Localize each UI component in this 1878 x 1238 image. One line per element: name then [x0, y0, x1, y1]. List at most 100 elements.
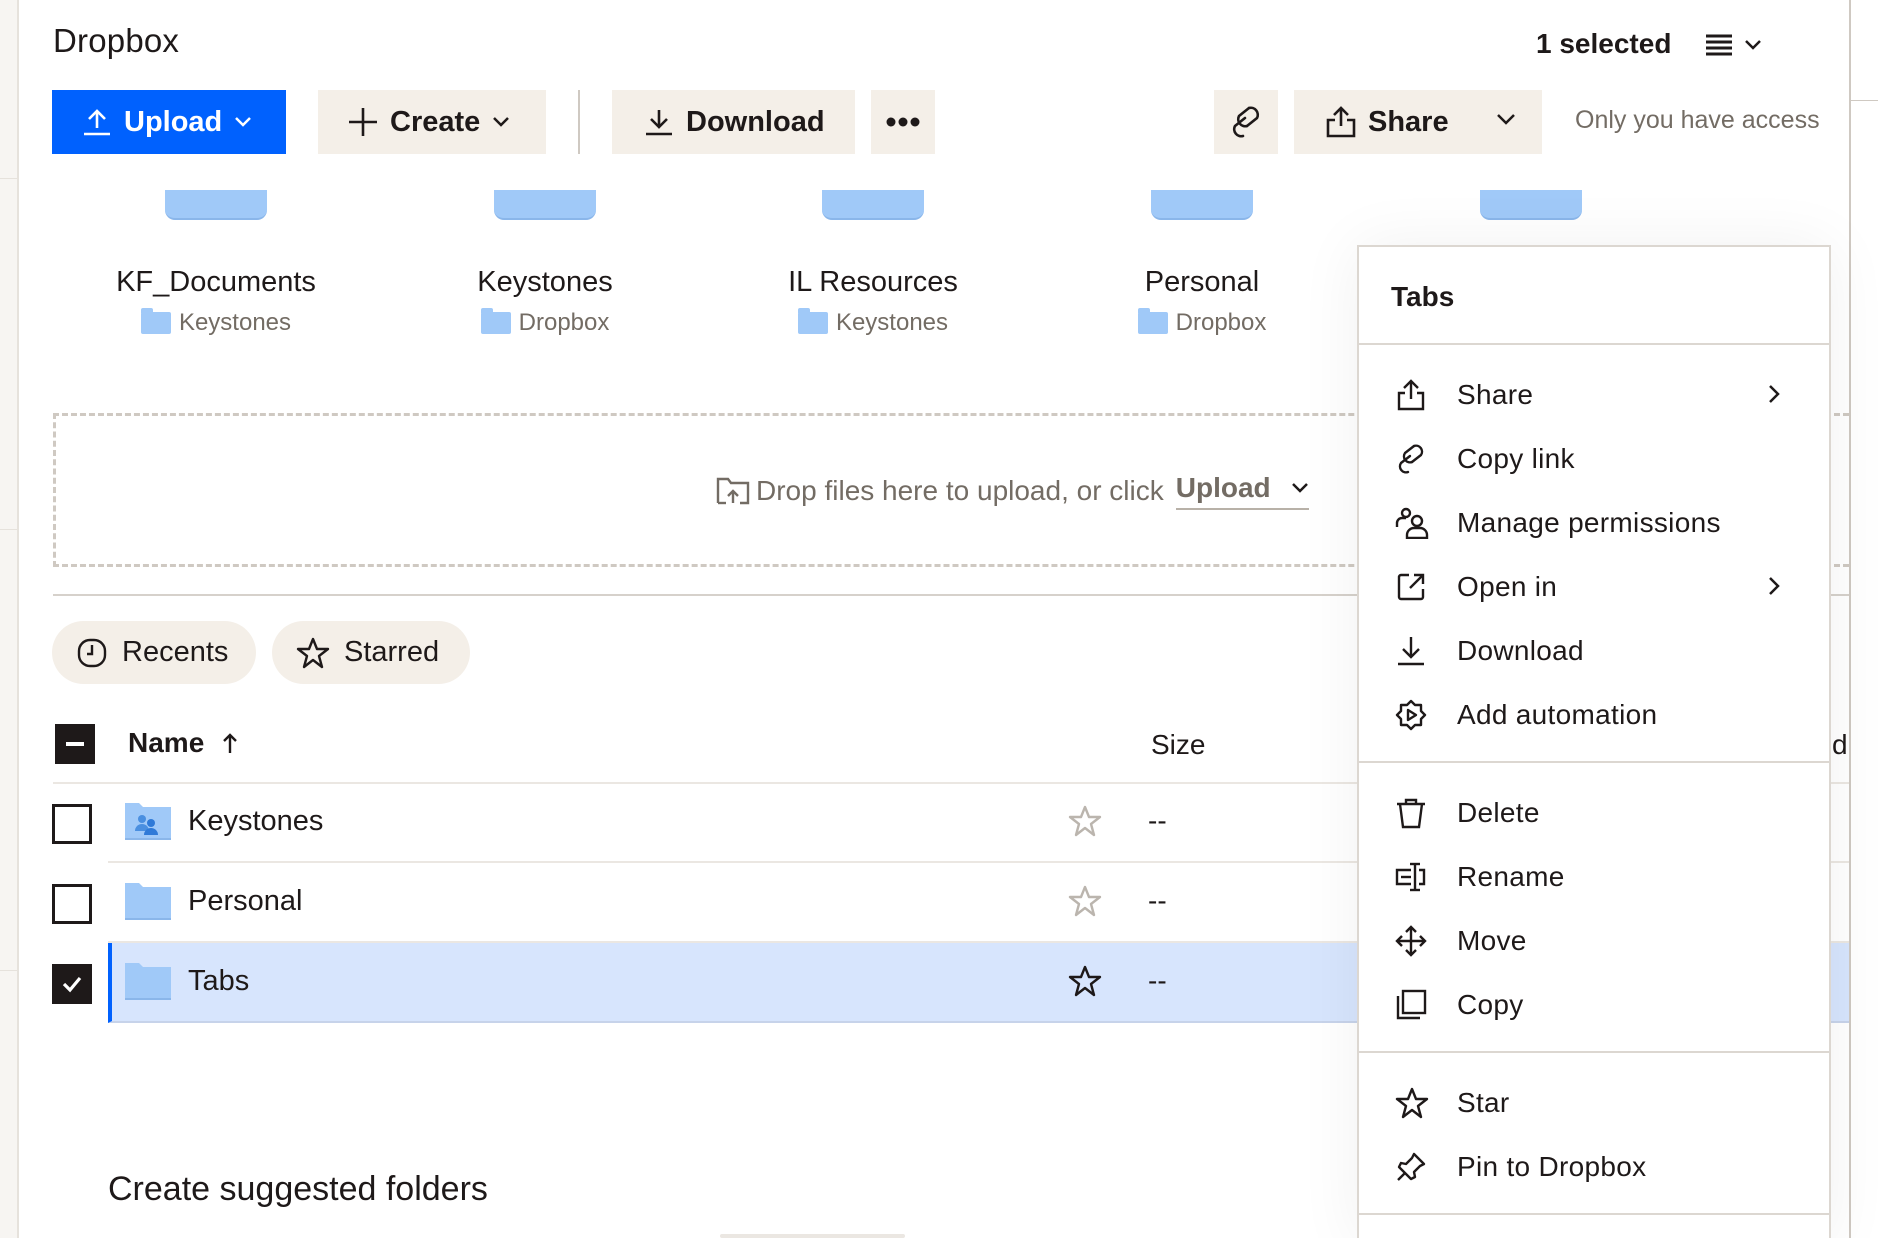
- menu-divider: [1359, 343, 1829, 345]
- chevron-down-icon: [234, 116, 252, 128]
- move-icon: [1395, 925, 1427, 957]
- file-size: --: [1148, 965, 1167, 996]
- list-view-icon: [1706, 34, 1732, 56]
- upload-label: Upload: [124, 105, 223, 138]
- menu-item-share[interactable]: Share: [1359, 365, 1829, 425]
- menu-item-open-in[interactable]: Open in: [1359, 557, 1829, 617]
- recents-label: Recents: [122, 636, 229, 668]
- automation-icon: [1395, 699, 1427, 731]
- star-toggle-icon[interactable]: [1068, 965, 1102, 997]
- tile-name[interactable]: KF_Documents: [66, 266, 366, 299]
- menu-item-label: Rename: [1457, 861, 1565, 892]
- dropzone-message: Drop files here to upload, or click Uplo…: [716, 472, 1309, 510]
- plus-icon: [348, 107, 378, 137]
- menu-item-star[interactable]: Star: [1359, 1073, 1829, 1133]
- toolbar-divider: [578, 90, 580, 154]
- menu-item-manage-permissions[interactable]: Manage permissions: [1359, 493, 1829, 553]
- sidebar-divider: [0, 529, 19, 530]
- folder-thumbnail[interactable]: [1480, 190, 1582, 220]
- chevron-down-icon: [1291, 483, 1308, 493]
- create-label: Create: [390, 105, 481, 138]
- menu-item-label: Download: [1457, 635, 1584, 666]
- suggested-tile[interactable]: Keystones Dropbox: [395, 190, 695, 337]
- create-button[interactable]: Create: [318, 90, 546, 154]
- starred-chip[interactable]: Starred: [272, 621, 470, 684]
- rename-icon: [1395, 861, 1427, 893]
- tile-location[interactable]: Dropbox: [1052, 308, 1352, 337]
- tile-name[interactable]: Keystones: [395, 266, 695, 299]
- menu-item-delete[interactable]: Delete: [1359, 783, 1829, 843]
- menu-item-pin[interactable]: Pin to Dropbox: [1359, 1137, 1829, 1197]
- folder-icon: [480, 308, 511, 334]
- folder-upload-icon: [716, 476, 750, 506]
- checkmark-icon: [62, 976, 82, 993]
- sidebar-divider: [0, 970, 19, 971]
- chevron-down-icon: [1744, 39, 1762, 51]
- modified-column-header[interactable]: d: [1832, 729, 1848, 761]
- row-checkbox-checked[interactable]: [52, 964, 92, 1004]
- folder-thumbnail[interactable]: [1151, 190, 1253, 220]
- folder-icon: [124, 881, 172, 921]
- menu-item-copy[interactable]: Copy: [1359, 975, 1829, 1035]
- download-icon: [1395, 635, 1427, 667]
- row-checkbox[interactable]: [52, 884, 92, 924]
- file-name[interactable]: Keystones: [188, 805, 323, 838]
- dropzone-upload-link[interactable]: Upload: [1175, 472, 1309, 510]
- star-toggle-icon[interactable]: [1068, 805, 1102, 837]
- star-icon: [296, 637, 330, 669]
- chevron-down-icon: [492, 116, 510, 128]
- row-checkbox[interactable]: [52, 804, 92, 844]
- suggested-tile[interactable]: KF_Documents Keystones: [66, 190, 366, 337]
- page-title: Dropbox: [53, 22, 180, 59]
- sort-ascending-icon: [222, 732, 238, 754]
- folder-thumbnail[interactable]: [165, 190, 267, 220]
- menu-item-add-automation[interactable]: Add automation: [1359, 685, 1829, 745]
- tile-location[interactable]: Keystones: [66, 308, 366, 337]
- suggested-tile[interactable]: Personal Dropbox: [1052, 190, 1352, 337]
- suggested-folders-heading: Create suggested folders: [108, 1170, 488, 1208]
- menu-item-label: Copy link: [1457, 443, 1575, 474]
- bottom-placeholder: [720, 1234, 905, 1238]
- share-icon: [1395, 379, 1427, 411]
- share-label: Share: [1368, 105, 1449, 138]
- menu-item-rename[interactable]: Rename: [1359, 847, 1829, 907]
- menu-item-copy-link[interactable]: Copy link: [1359, 429, 1829, 489]
- sidebar-divider: [0, 178, 19, 179]
- tile-location[interactable]: Dropbox: [395, 308, 695, 337]
- people-icon: [1395, 507, 1429, 539]
- tile-location[interactable]: Keystones: [723, 308, 1023, 337]
- suggested-tile[interactable]: IL Resources Keystones: [723, 190, 1023, 337]
- folder-icon: [797, 308, 828, 334]
- tile-name[interactable]: IL Resources: [723, 266, 1023, 299]
- file-name[interactable]: Tabs: [188, 965, 249, 998]
- upload-button[interactable]: Upload: [52, 90, 286, 154]
- name-column-header[interactable]: Name: [128, 727, 238, 759]
- select-all-checkbox[interactable]: [55, 724, 95, 764]
- link-icon: [1395, 443, 1427, 475]
- copy-link-button[interactable]: [1214, 90, 1278, 154]
- left-sidebar: [0, 0, 19, 1238]
- share-dropdown-chevron-icon[interactable]: [1496, 112, 1516, 126]
- more-actions-button[interactable]: [871, 90, 935, 154]
- menu-item-label: Copy: [1457, 989, 1524, 1020]
- folder-icon: [140, 308, 171, 334]
- chevron-right-icon: [1767, 383, 1781, 405]
- right-panel: [1849, 0, 1878, 1238]
- recents-chip[interactable]: Recents: [52, 621, 256, 684]
- menu-item-move[interactable]: Move: [1359, 911, 1829, 971]
- right-panel-divider: [1851, 100, 1878, 101]
- suggested-tile[interactable]: [1381, 190, 1681, 220]
- tile-name[interactable]: Personal: [1052, 266, 1352, 299]
- download-button[interactable]: Download: [612, 90, 855, 154]
- file-name[interactable]: Personal: [188, 885, 302, 918]
- view-options-button[interactable]: [1700, 24, 1780, 66]
- share-button[interactable]: Share: [1294, 90, 1542, 154]
- size-column-header[interactable]: Size: [1151, 729, 1205, 761]
- star-icon: [1395, 1087, 1429, 1119]
- folder-thumbnail[interactable]: [822, 190, 924, 220]
- tile-location-label: Keystones: [178, 309, 292, 336]
- folder-thumbnail[interactable]: [494, 190, 596, 220]
- download-label: Download: [686, 105, 825, 138]
- menu-item-download[interactable]: Download: [1359, 621, 1829, 681]
- star-toggle-icon[interactable]: [1068, 885, 1102, 917]
